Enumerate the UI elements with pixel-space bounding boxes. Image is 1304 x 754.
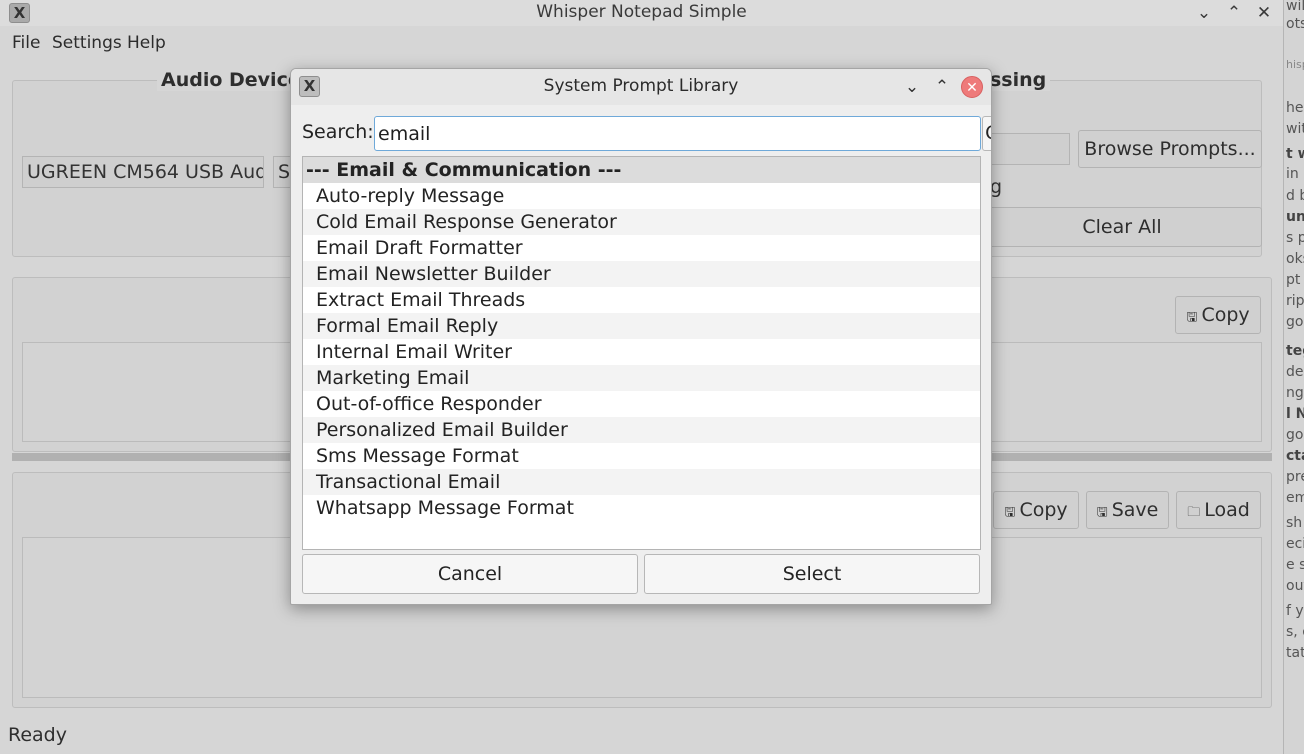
floppy-icon: 🖫 xyxy=(1096,505,1108,520)
side-text-line: sh xyxy=(1286,515,1303,531)
select-button[interactable]: Select xyxy=(644,554,980,594)
side-text-line: ng xyxy=(1286,385,1304,401)
list-item[interactable]: Transactional Email xyxy=(303,469,980,495)
copy-output-label: Copy xyxy=(1019,499,1068,521)
menu-file[interactable]: File xyxy=(12,33,40,53)
close-window-icon[interactable]: ✕ xyxy=(1253,2,1275,24)
chevron-up-icon[interactable]: ⌃ xyxy=(931,76,953,98)
maximize-icon[interactable]: ⌃ xyxy=(1223,2,1245,24)
side-text-line: he : xyxy=(1286,100,1304,116)
main-titlebar: X Whisper Notepad Simple ⌄ ⌃ ✕ xyxy=(0,0,1283,26)
menu-help[interactable]: Help xyxy=(127,33,166,53)
copy-transcript-button[interactable]: 🖫 Copy xyxy=(1175,296,1261,334)
list-item[interactable]: Email Newsletter Builder xyxy=(303,261,980,287)
side-text-line: pt r xyxy=(1286,272,1304,288)
side-text-line: unc xyxy=(1286,209,1304,225)
side-text-line: gor xyxy=(1286,427,1304,443)
side-text-line: teg xyxy=(1286,343,1304,359)
side-text-line: hisp xyxy=(1286,58,1304,71)
side-text-line: wil xyxy=(1286,0,1304,14)
list-item[interactable]: Auto-reply Message xyxy=(303,183,980,209)
minimize-icon[interactable]: ⌄ xyxy=(1193,2,1215,24)
list-item[interactable]: Out-of-office Responder xyxy=(303,391,980,417)
floppy-icon: 🖫 xyxy=(1186,310,1198,325)
list-item[interactable]: Sms Message Format xyxy=(303,443,980,469)
audio-device-label: Audio Device xyxy=(157,69,305,91)
background-window-edge: wil ots. hisp he : with t w in a d by un… xyxy=(1283,0,1304,754)
save-label: Save xyxy=(1111,499,1159,521)
copy-transcript-label: Copy xyxy=(1201,304,1250,326)
floppy-icon: 🖫 xyxy=(1004,505,1016,520)
menu-settings[interactable]: Settings xyxy=(52,33,122,53)
side-text-line: d by xyxy=(1286,188,1304,204)
side-text-line: ems xyxy=(1286,490,1304,506)
list-item[interactable]: Extract Email Threads xyxy=(303,287,980,313)
side-text-line: pre xyxy=(1286,469,1304,485)
prompt-combo[interactable] xyxy=(990,133,1070,165)
list-category-header: --- Email & Communication --- xyxy=(303,157,980,183)
list-item[interactable]: Email Draft Formatter xyxy=(303,235,980,261)
list-item[interactable]: Personalized Email Builder xyxy=(303,417,980,443)
processing-label: ssing xyxy=(986,69,1051,91)
side-text-line: s, o xyxy=(1286,624,1304,640)
close-dialog-icon[interactable]: ✕ xyxy=(961,76,983,98)
search-label: Search: xyxy=(302,121,374,143)
prompt-list[interactable]: --- Email & Communication --- Auto-reply… xyxy=(302,156,981,550)
side-text-line: in a xyxy=(1286,166,1304,182)
browse-prompts-button[interactable]: Browse Prompts... xyxy=(1078,130,1262,168)
window-title: Whisper Notepad Simple xyxy=(536,2,747,22)
list-item[interactable]: Marketing Email xyxy=(303,365,980,391)
chevron-down-icon[interactable]: ⌄ xyxy=(901,76,923,98)
side-text-line: ctal xyxy=(1286,448,1304,464)
list-item[interactable]: Cold Email Response Generator xyxy=(303,209,980,235)
load-label: Load xyxy=(1204,499,1250,521)
folder-icon: 🗀 xyxy=(1187,505,1201,520)
side-text-line: ripti xyxy=(1286,293,1304,309)
side-text-line: ots. xyxy=(1286,16,1304,32)
side-text-line: out xyxy=(1286,578,1304,594)
search-input[interactable] xyxy=(374,116,981,151)
clear-all-button[interactable]: Clear All xyxy=(982,207,1262,247)
status-bar-text: Ready xyxy=(8,724,67,746)
side-text-line: ecia xyxy=(1286,536,1304,552)
dialog-title: System Prompt Library xyxy=(543,76,739,96)
list-item[interactable]: Whatsapp Message Format xyxy=(303,495,980,521)
load-button[interactable]: 🗀 Load xyxy=(1176,491,1261,529)
side-text-line: oks xyxy=(1286,251,1304,267)
side-text-line: der xyxy=(1286,364,1304,380)
side-text-line: s pr xyxy=(1286,230,1304,246)
audio-device-combo[interactable]: UGREEN CM564 USB Audio xyxy=(22,156,264,188)
side-text-line: e se xyxy=(1286,557,1304,573)
copy-output-button[interactable]: 🖫 Copy xyxy=(993,491,1079,529)
cancel-button[interactable]: Cancel xyxy=(302,554,638,594)
close-button[interactable]: Close xyxy=(982,116,991,151)
list-item[interactable]: Formal Email Reply xyxy=(303,313,980,339)
side-text-line: gori xyxy=(1286,314,1304,330)
side-text-line: tati xyxy=(1286,645,1304,661)
side-text-line: t w xyxy=(1286,146,1304,162)
side-text-line: l Na xyxy=(1286,406,1304,422)
save-button[interactable]: 🖫 Save xyxy=(1086,491,1169,529)
menubar: File Settings Help xyxy=(0,28,1283,58)
list-item[interactable]: Internal Email Writer xyxy=(303,339,980,365)
dialog-titlebar: X System Prompt Library ⌄ ⌃ ✕ xyxy=(291,69,991,105)
side-text-line: f yo xyxy=(1286,603,1304,619)
system-prompt-library-dialog: X System Prompt Library ⌄ ⌃ ✕ Search: Cl… xyxy=(290,68,992,605)
side-text-line: with xyxy=(1286,121,1304,137)
